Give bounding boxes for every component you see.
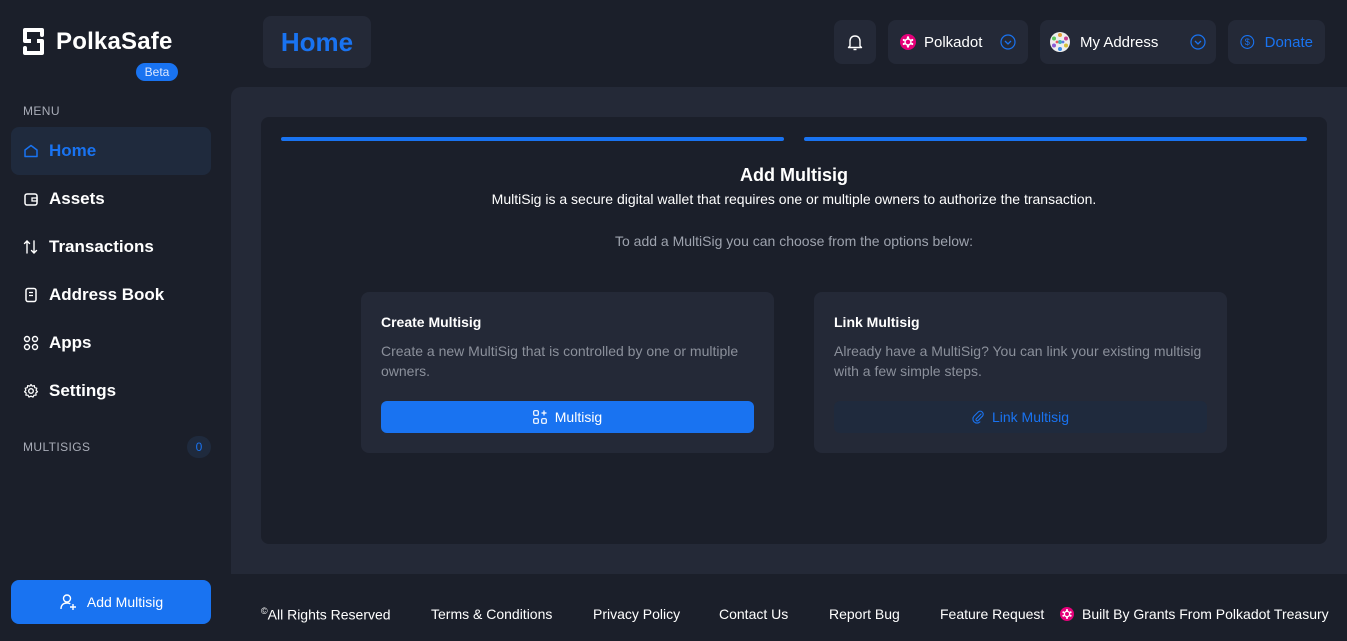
polkasafe-logo-icon — [23, 28, 44, 55]
apps-grid-icon — [23, 335, 39, 351]
step-progress-2 — [804, 137, 1307, 141]
treasury-credit[interactable]: Built By Grants From Polkadot Treasury — [1060, 606, 1329, 622]
add-multisig-card: Add Multisig MultiSig is a secure digita… — [261, 117, 1327, 544]
sidebar-item-home[interactable]: Home — [11, 127, 211, 175]
card-description: MultiSig is a secure digital wallet that… — [491, 191, 1097, 207]
home-icon — [24, 144, 38, 158]
add-multisig-button[interactable]: Add Multisig — [11, 580, 211, 624]
create-multisig-option: Create Multisig Create a new MultiSig th… — [361, 292, 774, 453]
notifications-button[interactable] — [834, 20, 876, 64]
apps-add-icon — [532, 410, 547, 424]
chevron-down-icon — [1000, 34, 1016, 50]
sidebar-item-label: Address Book — [49, 285, 165, 304]
network-label: Polkadot — [924, 33, 983, 51]
beta-badge: Beta — [136, 63, 178, 81]
donate-label: Donate — [1264, 33, 1313, 51]
option-text: Create a new MultiSig that is controlled… — [381, 343, 739, 379]
address-label: My Address — [1080, 33, 1159, 51]
svg-text:$: $ — [1245, 37, 1250, 47]
sidebar-item-label: Assets — [49, 189, 105, 208]
sidebar-item-address-book[interactable]: Address Book — [11, 271, 211, 319]
logo[interactable]: PolkaSafe — [22, 26, 173, 58]
sidebar-item-label: Home — [49, 141, 97, 160]
address-book-icon — [25, 287, 37, 303]
sidebar-item-assets[interactable]: Assets — [11, 175, 211, 223]
sidebar-item-transactions[interactable]: Transactions — [11, 223, 211, 271]
option-title: Link Multisig — [834, 314, 920, 330]
option-text: Already have a MultiSig? You can link yo… — [834, 343, 1202, 379]
sidebar-item-apps[interactable]: Apps — [11, 319, 211, 367]
dollar-coin-icon: $ — [1240, 35, 1255, 49]
privacy-link[interactable]: Privacy Policy — [593, 606, 680, 622]
gear-icon — [23, 383, 39, 398]
add-user-icon — [60, 594, 76, 610]
brand-name: PolkaSafe — [56, 28, 173, 55]
address-selector[interactable]: My Address — [1040, 20, 1216, 64]
chevron-down-icon — [1190, 34, 1206, 50]
link-multisig-button[interactable]: Link Multisig — [834, 401, 1207, 433]
add-multisig-label: Add Multisig — [86, 594, 164, 610]
card-title: Add Multisig — [740, 165, 848, 185]
link-multisig-label: Link Multisig — [991, 409, 1070, 425]
paperclip-icon — [972, 410, 984, 424]
treasury-credit-text: Built By Grants From Polkadot Treasury — [1082, 606, 1329, 622]
sidebar-item-label: Transactions — [49, 237, 154, 256]
footer: ©All Rights Reserved Terms & Conditions … — [231, 598, 1347, 630]
menu-label: MENU — [23, 104, 60, 118]
copyright-symbol: © — [261, 606, 268, 616]
bell-icon — [847, 35, 863, 51]
identicon-avatar — [1050, 32, 1070, 52]
network-selector[interactable]: Polkadot — [888, 20, 1028, 64]
step-progress-1 — [281, 137, 784, 141]
rights-text: All Rights Reserved — [267, 606, 391, 623]
contact-link[interactable]: Contact Us — [719, 606, 788, 622]
sidebar-item-label: Apps — [49, 333, 92, 352]
transfer-arrows-icon — [23, 240, 38, 254]
page-title: Home — [263, 16, 371, 68]
multisigs-label: MULTISIGS — [23, 440, 91, 454]
link-multisig-option: Link Multisig Already have a MultiSig? Y… — [814, 292, 1227, 453]
terms-link[interactable]: Terms & Conditions — [431, 606, 552, 622]
sidebar-item-label: Settings — [49, 381, 117, 400]
donate-button[interactable]: $ Donate — [1228, 20, 1325, 64]
sidebar: PolkaSafe Beta MENU Home Assets Transact… — [0, 0, 222, 641]
polkadot-logo-icon — [900, 34, 916, 50]
polkadot-logo-icon — [1060, 607, 1074, 621]
feature-request-link[interactable]: Feature Request — [940, 606, 1044, 622]
copyright: ©All Rights Reserved — [261, 606, 391, 623]
create-multisig-label: Multisig — [554, 409, 603, 425]
card-hint: To add a MultiSig you can choose from th… — [615, 233, 973, 249]
option-title: Create Multisig — [381, 314, 482, 330]
sidebar-item-settings[interactable]: Settings — [11, 367, 211, 415]
sidebar-nav: Home Assets Transactions Address Book Ap… — [11, 127, 211, 415]
report-bug-link[interactable]: Report Bug — [829, 606, 900, 622]
wallet-icon — [24, 193, 38, 206]
multisigs-count-badge: 0 — [187, 436, 211, 458]
create-multisig-button[interactable]: Multisig — [381, 401, 754, 433]
